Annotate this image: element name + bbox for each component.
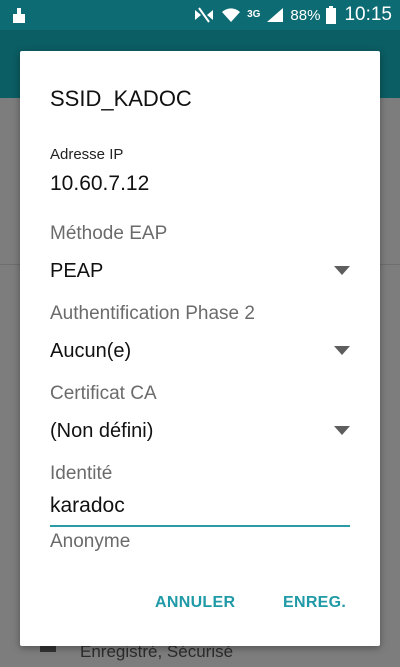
dropdown-arrow-icon (334, 426, 350, 435)
phase2-auth-label: Authentification Phase 2 (50, 303, 255, 324)
identity-label: Identité (50, 463, 113, 484)
save-button[interactable]: ENREG. (283, 594, 346, 612)
dialog-title: SSID_KADOC (50, 86, 192, 111)
ip-address-value: 10.60.7.12 (50, 172, 150, 195)
cancel-button[interactable]: ANNULER (155, 594, 235, 612)
signal-icon (267, 8, 284, 22)
ca-certificate-select[interactable]: (Non défini) (50, 416, 350, 446)
dropdown-arrow-icon (334, 346, 350, 355)
ca-certificate-label: Certificat CA (50, 383, 157, 404)
network-3g-icon: 3G (247, 9, 261, 20)
dropdown-arrow-icon (334, 266, 350, 275)
status-icons: 3G 88% 10:15 (193, 0, 392, 30)
eap-method-label: Méthode EAP (50, 223, 168, 244)
wifi-icon (222, 8, 241, 22)
identity-input[interactable] (50, 486, 350, 527)
battery-percent: 88% (290, 6, 321, 24)
ca-certificate-value: (Non défini) (50, 420, 154, 442)
eap-method-value: PEAP (50, 260, 104, 282)
mute-icon (195, 7, 214, 23)
ip-address-label: Adresse IP (50, 146, 124, 163)
battery-icon (326, 6, 337, 24)
eap-method-select[interactable]: PEAP (50, 256, 350, 286)
anonymous-identity-label[interactable]: Anonyme (50, 531, 130, 553)
phase2-auth-select[interactable]: Aucun(e) (50, 336, 350, 366)
status-bar: 3G 88% 10:15 (0, 0, 400, 30)
usb-icon (13, 8, 25, 23)
wifi-config-dialog: SSID_KADOC Adresse IP 10.60.7.12 Méthode… (20, 51, 380, 646)
clock: 10:15 (344, 4, 392, 25)
phase2-auth-value: Aucun(e) (50, 340, 132, 362)
